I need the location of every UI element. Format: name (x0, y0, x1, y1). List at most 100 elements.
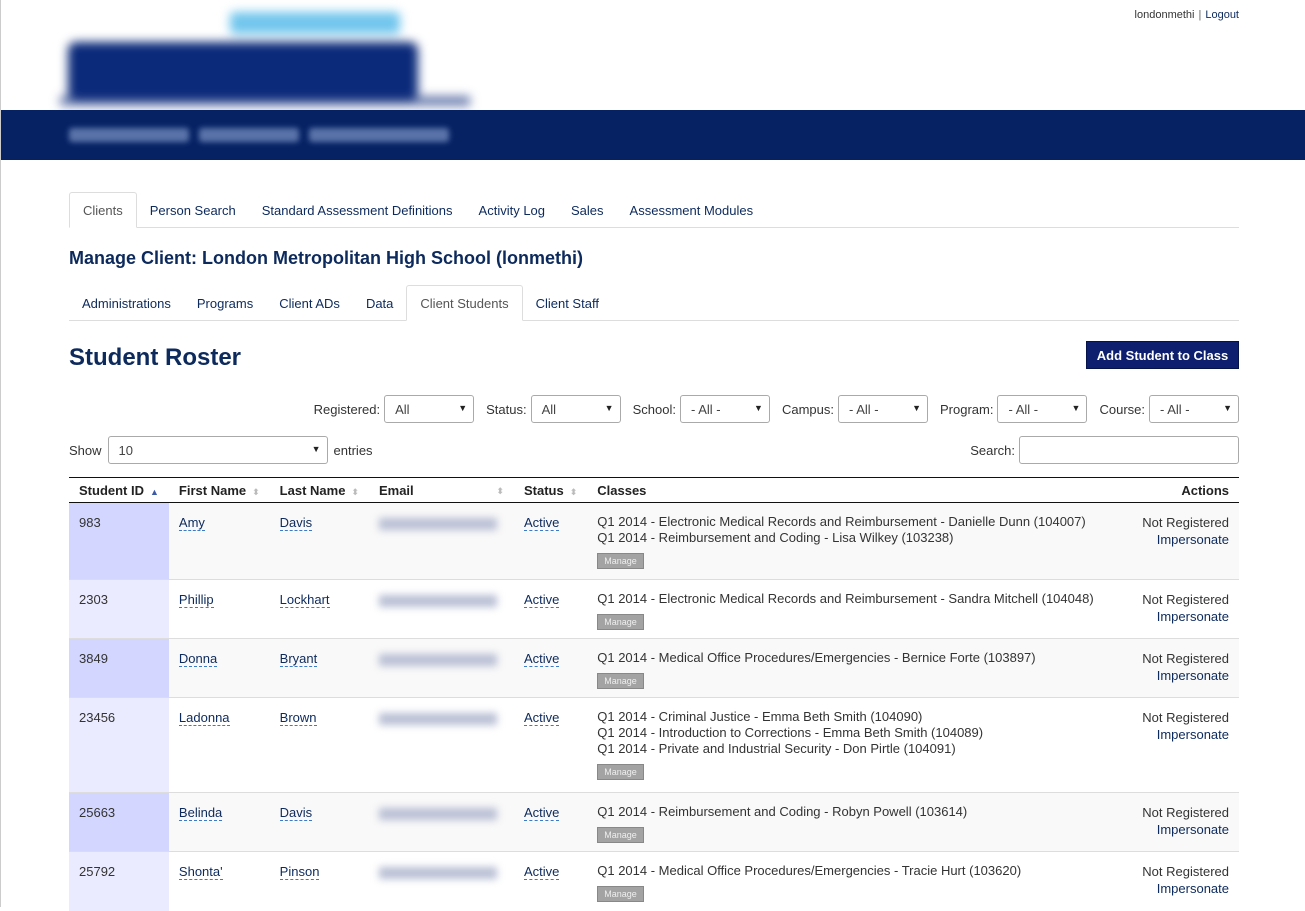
entries-label: entries (333, 442, 373, 458)
filter-label: School: (632, 401, 676, 417)
manage-button[interactable]: Manage (597, 827, 644, 843)
status-link[interactable]: Active (523, 515, 560, 531)
select-value: All (395, 401, 410, 417)
impersonate-link[interactable]: Impersonate (1139, 609, 1229, 624)
class-entry: Q1 2014 - Medical Office Procedures/Emer… (597, 650, 1036, 665)
last-name-link[interactable]: Davis (279, 805, 313, 821)
filter-campus: Campus: - All - ▼ (782, 395, 928, 423)
last-name-cell: Davis (269, 502, 369, 580)
first-name-link[interactable]: Belinda (178, 805, 223, 821)
manage-button[interactable]: Manage (597, 614, 644, 630)
student-id: 23456 (69, 697, 169, 793)
first-name-cell: Phillip (168, 579, 270, 639)
last-name-link[interactable]: Lockhart (279, 592, 330, 608)
actions-cell: Not Registered Impersonate (1129, 579, 1239, 639)
table-row: 25792 Shonta' Pinson Active Q1 2014 - Me… (69, 851, 1239, 911)
first-name-link[interactable]: Phillip (178, 592, 214, 608)
tab-programs[interactable]: Programs (184, 285, 266, 321)
user-bar: londonmethi | Logout (1135, 9, 1239, 21)
site-logo[interactable] (60, 8, 480, 108)
select-value: - All - (690, 401, 721, 417)
col-status[interactable]: Status ⬍ (513, 477, 588, 503)
impersonate-link[interactable]: Impersonate (1139, 822, 1229, 837)
first-name-link[interactable]: Amy (178, 515, 205, 531)
last-name-link[interactable]: Brown (279, 710, 317, 726)
filter-label: Status: (486, 401, 527, 417)
first-name-link[interactable]: Donna (178, 651, 218, 667)
tab-assessment-modules[interactable]: Assessment Modules (617, 192, 767, 228)
status-cell: Active (513, 851, 588, 911)
last-name-link[interactable]: Bryant (279, 651, 318, 667)
actions-cell: Not Registered Impersonate (1129, 851, 1239, 911)
col-actions: Actions (1129, 477, 1239, 503)
tab-activity-log[interactable]: Activity Log (466, 192, 558, 228)
column-label: First Name (178, 482, 247, 498)
tab-person-search[interactable]: Person Search (137, 192, 249, 228)
email-cell (368, 579, 514, 639)
filter-label: Registered: (313, 401, 381, 417)
logout-link[interactable]: Logout (1205, 9, 1239, 21)
manage-button[interactable]: Manage (597, 553, 644, 569)
chevron-down-icon: ▼ (604, 403, 614, 413)
manage-button[interactable]: Manage (597, 673, 644, 689)
filter-label: Course: (1099, 401, 1145, 417)
email-redacted (378, 518, 497, 530)
add-student-button[interactable]: Add Student to Class (1086, 341, 1239, 369)
last-name-link[interactable]: Davis (279, 515, 313, 531)
status-link[interactable]: Active (523, 651, 560, 667)
search-label: Search: (970, 442, 1015, 458)
status-link[interactable]: Active (523, 710, 560, 726)
page-length-select[interactable]: 10 ▼ (107, 436, 328, 464)
student-id: 983 (69, 502, 169, 580)
classes-cell: Q1 2014 - Medical Office Procedures/Emer… (587, 638, 1129, 698)
table-header-row: Student ID ▲ First Name ⬍ Last Name ⬍ Email… (69, 477, 1239, 503)
status-link[interactable]: Active (523, 805, 560, 821)
impersonate-link[interactable]: Impersonate (1139, 668, 1229, 683)
tab-sales[interactable]: Sales (558, 192, 617, 228)
tab-client-ads[interactable]: Client ADs (266, 285, 353, 321)
tab-clients[interactable]: Clients (69, 192, 137, 228)
email-redacted (378, 867, 497, 879)
status-link[interactable]: Active (523, 864, 560, 880)
last-name-link[interactable]: Pinson (279, 864, 320, 880)
table-row: 2303 Phillip Lockhart Active Q1 2014 - E… (69, 579, 1239, 639)
col-last-name[interactable]: Last Name ⬍ (269, 477, 369, 503)
select-value: - All - (1160, 401, 1190, 417)
impersonate-link[interactable]: Impersonate (1139, 881, 1229, 896)
col-email[interactable]: Email ⬍ (368, 477, 514, 503)
select-value: - All - (849, 401, 879, 417)
first-name-link[interactable]: Shonta' (178, 864, 223, 880)
col-classes: Classes (587, 477, 1129, 503)
search-input[interactable] (1019, 436, 1239, 464)
col-first-name[interactable]: First Name ⬍ (168, 477, 270, 503)
column-label: Student ID (79, 482, 144, 498)
tab-standard-assessment-definitions[interactable]: Standard Assessment Definitions (249, 192, 466, 228)
username: londonmethi (1134, 9, 1195, 21)
first-name-cell: Ladonna (168, 697, 270, 793)
email-redacted (378, 654, 497, 666)
course-select[interactable]: - All - ▼ (1149, 395, 1239, 423)
col-student-id[interactable]: Student ID ▲ (69, 477, 169, 503)
chevron-down-icon: ▼ (311, 444, 321, 454)
student-id: 25663 (69, 792, 169, 852)
tab-data[interactable]: Data (353, 285, 406, 321)
manage-button[interactable]: Manage (597, 764, 644, 780)
program-select[interactable]: - All - ▼ (997, 395, 1088, 423)
campus-select[interactable]: - All - ▼ (838, 395, 928, 423)
impersonate-link[interactable]: Impersonate (1139, 532, 1229, 547)
registered-select[interactable]: All ▼ (384, 395, 475, 423)
classes-cell: Q1 2014 - Electronic Medical Records and… (587, 502, 1129, 580)
first-name-link[interactable]: Ladonna (178, 710, 230, 726)
chevron-down-icon: ▼ (912, 403, 921, 413)
tab-administrations[interactable]: Administrations (69, 285, 184, 321)
manage-button[interactable]: Manage (597, 886, 644, 902)
tab-client-students[interactable]: Client Students (406, 285, 523, 321)
actions-cell: Not Registered Impersonate (1129, 697, 1239, 793)
status-select[interactable]: All ▼ (530, 395, 621, 423)
status-link[interactable]: Active (523, 592, 560, 608)
banner-tagline (69, 122, 469, 148)
impersonate-link[interactable]: Impersonate (1139, 727, 1229, 742)
sort-icon: ⬍ (252, 486, 260, 497)
tab-client-staff[interactable]: Client Staff (523, 285, 612, 321)
school-select[interactable]: - All - ▼ (679, 395, 770, 423)
